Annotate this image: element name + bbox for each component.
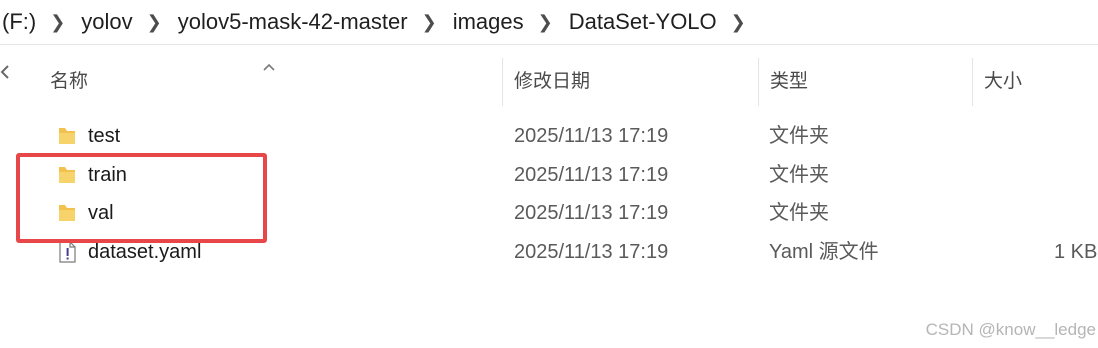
file-name: val [88, 202, 114, 224]
yaml-file-icon [59, 241, 76, 263]
file-modified: 2025/11/13 17:19 [514, 164, 669, 186]
breadcrumb: (F:) ❯ yolov ❯ yolov5-mask-42-master ❯ i… [0, 0, 1098, 45]
folder-icon [59, 205, 75, 221]
file-modified: 2025/11/13 17:19 [514, 125, 669, 147]
column-name[interactable]: 名称 [50, 58, 88, 106]
chevron-right-icon[interactable]: ❯ [40, 12, 77, 33]
file-modified: 2025/11/13 17:19 [514, 202, 669, 224]
column-size[interactable]: 大小 [984, 58, 1022, 106]
file-type: 文件夹 [769, 202, 829, 224]
file-modified: 2025/11/13 17:19 [514, 241, 669, 263]
file-type: 文件夹 [769, 164, 829, 186]
file-name: dataset.yaml [88, 241, 202, 263]
chevron-right-icon[interactable]: ❯ [721, 12, 758, 33]
sort-ascending-icon [263, 63, 275, 71]
file-type: Yaml 源文件 [769, 241, 879, 263]
file-type: 文件夹 [769, 125, 829, 147]
column-type[interactable]: 类型 [770, 58, 808, 106]
chevron-right-icon[interactable]: ❯ [528, 12, 565, 33]
folder-icon [59, 167, 75, 183]
column-divider[interactable] [502, 58, 503, 106]
file-name: test [88, 125, 121, 147]
chevron-right-icon[interactable]: ❯ [412, 12, 449, 33]
file-name: train [88, 164, 127, 186]
breadcrumb-project[interactable]: yolov5-mask-42-master [174, 9, 412, 35]
file-row-val[interactable]: val 2025/11/13 17:19 文件夹 [40, 194, 1098, 232]
column-divider[interactable] [972, 58, 973, 106]
column-modified[interactable]: 修改日期 [514, 58, 590, 106]
file-row-train[interactable]: train 2025/11/13 17:19 文件夹 [40, 156, 1098, 194]
breadcrumb-dataset[interactable]: DataSet-YOLO [565, 9, 721, 35]
folder-icon [59, 128, 75, 144]
watermark: CSDN @know__ledge [925, 320, 1096, 339]
chevron-right-icon[interactable]: ❯ [137, 12, 174, 33]
file-size: 1 KB [1054, 241, 1098, 263]
file-explorer-window: (F:) ❯ yolov ❯ yolov5-mask-42-master ❯ i… [0, 0, 1098, 348]
breadcrumb-images[interactable]: images [449, 9, 528, 35]
file-row-dataset-yaml[interactable]: dataset.yaml 2025/11/13 17:19 Yaml 源文件 1… [40, 233, 1098, 271]
breadcrumb-yolov[interactable]: yolov [77, 9, 136, 35]
file-row-test[interactable]: test 2025/11/13 17:19 文件夹 [40, 117, 1098, 155]
column-divider[interactable] [758, 58, 759, 106]
breadcrumb-drive[interactable]: (F:) [0, 9, 40, 35]
column-header: 名称 修改日期 类型 大小 [0, 58, 1098, 106]
